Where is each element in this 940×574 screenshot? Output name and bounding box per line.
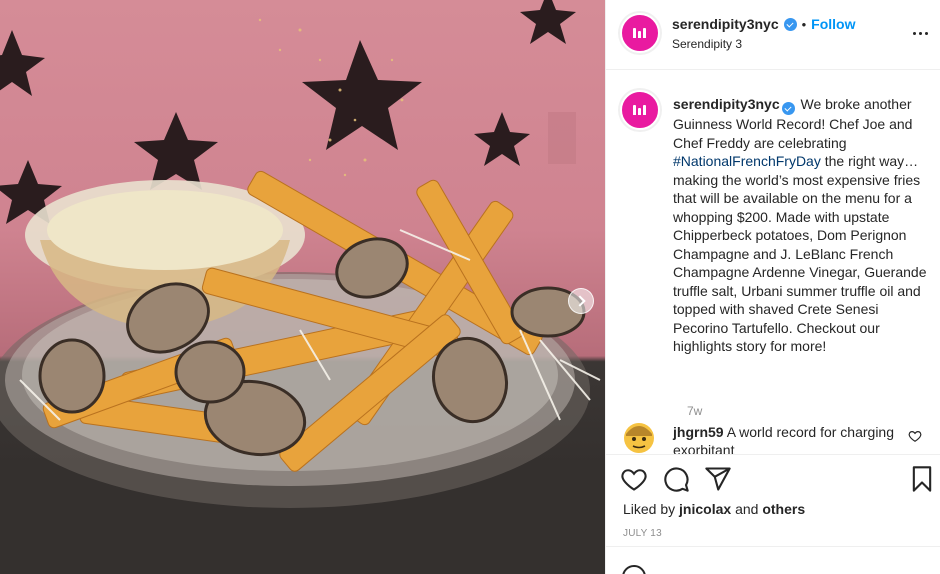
verified-badge-icon — [783, 17, 797, 31]
likes-others-link[interactable]: others — [762, 501, 805, 517]
more-options-icon[interactable] — [913, 26, 929, 40]
post-sidebar: serendipity3nyc • Follow Serendipity 3 s… — [605, 0, 940, 574]
comment-username[interactable]: jhgrn59 — [673, 424, 724, 440]
brand-logo-icon — [633, 105, 647, 115]
likes-summary: Liked by jnicolax and others — [623, 501, 805, 517]
profile-avatar[interactable] — [620, 13, 660, 53]
photo-illustration — [0, 0, 605, 574]
post-header: serendipity3nyc • Follow Serendipity 3 — [606, 0, 940, 70]
emoji-picker-icon[interactable] — [622, 565, 646, 574]
caption-username[interactable]: serendipity3nyc — [673, 96, 780, 112]
caption-body-2: the right way… making the world’s most e… — [673, 153, 927, 354]
post-date[interactable]: JULY 13 — [623, 528, 662, 539]
caption-text: serendipity3nyc We broke another Guinnes… — [673, 95, 931, 356]
separator: • — [801, 16, 807, 32]
verified-badge-icon — [781, 102, 795, 115]
comments-section[interactable]: serendipity3nyc We broke another Guinnes… — [606, 70, 940, 454]
chevron-right-icon — [573, 295, 586, 307]
likes-user-link[interactable]: jnicolax — [679, 501, 731, 517]
emoji-avatar[interactable] — [622, 420, 656, 454]
comment-icon[interactable] — [662, 465, 690, 493]
comment-item: jhgrn59 A world record for charging exor… — [620, 420, 938, 454]
header-username[interactable]: serendipity3nyc — [672, 16, 779, 32]
hashtag-link[interactable]: #NationalFrenchFryDay — [673, 153, 821, 169]
action-bar: Liked by jnicolax and others JULY 13 — [606, 454, 940, 546]
add-comment-bar[interactable] — [606, 546, 940, 574]
likes-prefix: Liked by — [623, 501, 680, 517]
caption-avatar[interactable] — [620, 90, 660, 130]
carousel-next-button[interactable] — [568, 288, 594, 314]
caption-timestamp[interactable]: 7w — [687, 404, 702, 418]
share-icon[interactable] — [704, 465, 732, 493]
bookmark-icon[interactable] — [908, 465, 936, 493]
post-photo[interactable] — [0, 0, 605, 574]
comment-like-icon[interactable] — [908, 429, 922, 443]
location-link[interactable]: Serendipity 3 — [672, 37, 742, 51]
comment-text: jhgrn59 A world record for charging exor… — [673, 423, 903, 454]
heart-icon[interactable] — [620, 465, 648, 493]
brand-logo-icon — [633, 28, 647, 38]
follow-button[interactable]: Follow — [811, 16, 855, 32]
likes-conjunction: and — [731, 501, 763, 517]
